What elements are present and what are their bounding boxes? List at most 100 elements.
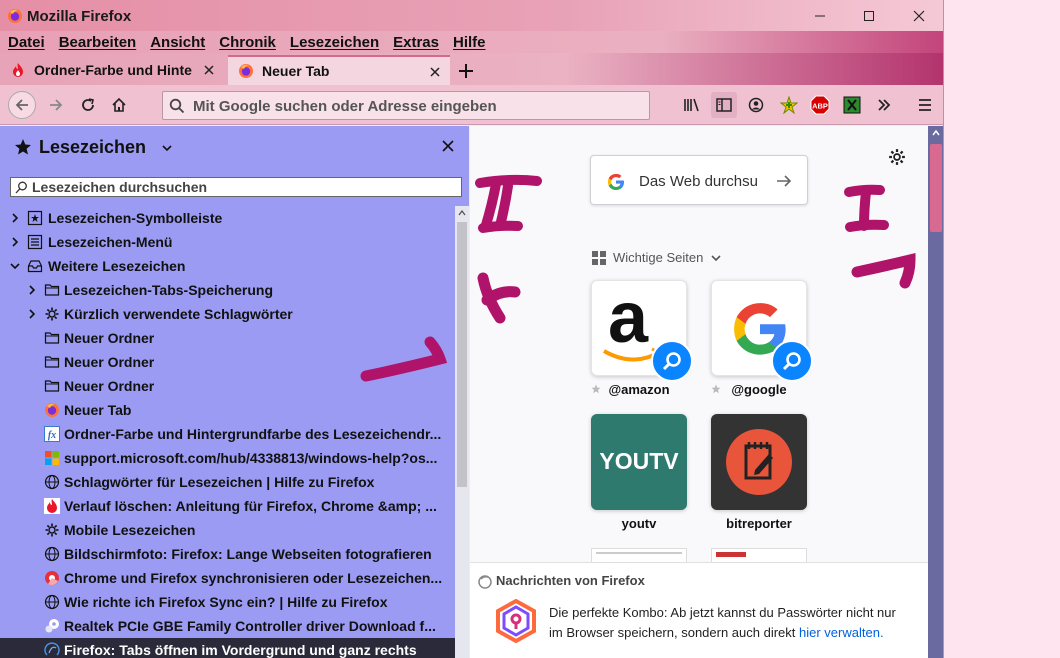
- app-menu-button[interactable]: [912, 92, 938, 118]
- svg-text:fx: fx: [48, 430, 56, 441]
- tree-item-schlagwoerter[interactable]: Kürzlich verwendete Schlagwörter: [0, 302, 455, 326]
- top-site-partial[interactable]: [591, 548, 687, 562]
- realtek-icon: [45, 619, 59, 633]
- content-scrollbar-thumb[interactable]: [930, 144, 942, 232]
- tree-item-tabs-speicherung[interactable]: Lesezeichen-Tabs-Speicherung: [0, 278, 455, 302]
- tree-item-label: Realtek PCIe GBE Family Controller drive…: [64, 618, 436, 634]
- bookmark-search-input[interactable]: [32, 179, 457, 195]
- tree-item-neuer-ordner[interactable]: Neuer Ordner: [0, 326, 455, 350]
- flame-icon: [13, 63, 23, 77]
- menu-extras[interactable]: Extras: [393, 34, 439, 51]
- bookmark-search-box[interactable]: [10, 177, 462, 197]
- menu-bearbeiten[interactable]: Bearbeiten: [59, 34, 137, 51]
- tab-bar: Ordner-Farbe und Hinte Neuer Tab: [0, 53, 943, 85]
- close-tab-icon[interactable]: [428, 65, 442, 79]
- close-tab-icon[interactable]: [202, 63, 216, 77]
- tree-item-menu[interactable]: Lesezeichen-Menü: [0, 230, 455, 254]
- sidebar-scrollbar-thumb[interactable]: [457, 222, 467, 487]
- tree-item-bookmark[interactable]: fx Ordner-Farbe und Hintergrundfarbe des…: [0, 422, 455, 446]
- tree-item-bookmark-selected[interactable]: Firefox: Tabs öffnen im Vordergrund und …: [0, 638, 455, 658]
- tree-item-bookmark[interactable]: support.microsoft.com/hub/4338813/window…: [0, 446, 455, 470]
- chevron-right-icon[interactable]: [27, 285, 37, 295]
- news-link[interactable]: hier verwalten.: [799, 625, 884, 640]
- chevron-down-icon[interactable]: [10, 261, 20, 271]
- tree-item-bookmark[interactable]: Chrome und Firefox synchronisieren oder …: [0, 566, 455, 590]
- firefox-icon: [45, 403, 59, 417]
- tree-item-label: Wie richte ich Firefox Sync ein? | Hilfe…: [64, 594, 388, 610]
- tile-thumbnail: YOUTV: [591, 414, 687, 510]
- youtv-logo-text: YOUTV: [599, 448, 679, 474]
- adblock-plus-icon: ABP: [810, 95, 830, 115]
- menu-datei[interactable]: Datei: [8, 34, 45, 51]
- menu-ansicht[interactable]: Ansicht: [150, 34, 205, 51]
- flame-icon: [44, 498, 60, 514]
- tree-item-label: Neuer Ordner: [64, 330, 155, 346]
- top-sites-header[interactable]: Wichtige Seiten: [592, 250, 721, 265]
- tree-item-label: Mobile Lesezeichen: [64, 522, 196, 538]
- tree-item-label: Neuer Tab: [64, 402, 132, 418]
- tree-item-neuer-tab[interactable]: Neuer Tab: [0, 398, 455, 422]
- web-search-text: Das Web durchsu: [639, 173, 758, 190]
- excel-extension-button[interactable]: [839, 92, 865, 118]
- web-search-box[interactable]: Das Web durchsu: [590, 155, 808, 205]
- chevron-right-icon[interactable]: [10, 237, 20, 247]
- tree-item-mobile[interactable]: Mobile Lesezeichen: [0, 518, 455, 542]
- tree-item-label: Lesezeichen-Tabs-Speicherung: [64, 282, 274, 298]
- home-button[interactable]: [105, 91, 133, 119]
- extension-star-button[interactable]: [776, 92, 802, 118]
- star-icon: [15, 139, 31, 155]
- close-sidebar-icon[interactable]: [442, 140, 454, 152]
- tree-item-label: Firefox: Tabs öffnen im Vordergrund und …: [64, 642, 417, 658]
- minimize-icon: [815, 15, 825, 16]
- top-site-partial[interactable]: [711, 548, 807, 562]
- star-extension-icon: [780, 96, 798, 114]
- arrow-right-icon[interactable]: [775, 172, 793, 190]
- close-window-button[interactable]: [895, 0, 943, 31]
- firefox-news-panel: Nachrichten von Firefox Die perfekte Kom…: [470, 562, 928, 658]
- tree-item-neuer-ordner[interactable]: Neuer Ordner: [0, 350, 455, 374]
- maximize-button[interactable]: [845, 0, 893, 31]
- sidebar-toggle-button[interactable]: [711, 92, 737, 118]
- url-bar[interactable]: [162, 91, 650, 120]
- tree-item-bookmark[interactable]: Verlauf löschen: Anleitung für Firefox, …: [0, 494, 455, 518]
- tab-ordner-farbe[interactable]: Ordner-Farbe und Hinte: [0, 55, 224, 85]
- tree-item-bookmark[interactable]: Bildschirmfoto: Firefox: Lange Webseiten…: [0, 542, 455, 566]
- overflow-button[interactable]: [871, 92, 897, 118]
- gear-icon[interactable]: [888, 148, 906, 166]
- chevron-right-icon[interactable]: [10, 213, 20, 223]
- home-icon: [112, 97, 126, 112]
- minimize-button[interactable]: [796, 0, 844, 31]
- library-button[interactable]: [679, 92, 705, 118]
- url-input[interactable]: [193, 96, 633, 116]
- adblock-plus-button[interactable]: ABP: [807, 92, 833, 118]
- microsoft-icon: [45, 451, 59, 465]
- chevron-right-icon[interactable]: [27, 309, 37, 319]
- tree-item-weitere[interactable]: Weitere Lesezeichen: [0, 254, 455, 278]
- tree-item-bookmark[interactable]: Wie richte ich Firefox Sync ein? | Hilfe…: [0, 590, 455, 614]
- forward-button[interactable]: [42, 91, 70, 119]
- bookmark-toolbar-icon: [27, 210, 43, 226]
- tree-item-bookmark[interactable]: Realtek PCIe GBE Family Controller drive…: [0, 614, 455, 638]
- menu-lesezeichen[interactable]: Lesezeichen: [290, 34, 379, 51]
- chevron-down-icon[interactable]: [162, 144, 172, 152]
- tree-item-symbolleiste[interactable]: Lesezeichen-Symbolleiste: [0, 206, 455, 230]
- tree-item-label: support.microsoft.com/hub/4338813/window…: [64, 450, 438, 466]
- sidebar-header: Lesezeichen: [0, 126, 469, 168]
- new-tab-plus-icon[interactable]: [456, 61, 476, 81]
- back-button[interactable]: [8, 91, 36, 119]
- tree-item-label: Kürzlich verwendete Schlagwörter: [64, 306, 293, 322]
- scroll-up-arrow-icon[interactable]: [932, 130, 940, 136]
- sidebar-scrollbar[interactable]: [455, 206, 469, 658]
- sidebar-title[interactable]: Lesezeichen: [39, 137, 146, 158]
- tab-neuer-tab[interactable]: Neuer Tab: [228, 55, 450, 85]
- spreadsheet-x-icon: [843, 96, 861, 114]
- folder-icon: [44, 356, 60, 368]
- tree-item-neuer-ordner[interactable]: Neuer Ordner: [0, 374, 455, 398]
- tree-item-bookmark[interactable]: Schlagwörter für Lesezeichen | Hilfe zu …: [0, 470, 455, 494]
- content-scrollbar[interactable]: [928, 126, 943, 658]
- scroll-up-arrow-icon[interactable]: [458, 210, 466, 216]
- reload-button[interactable]: [74, 91, 102, 119]
- menu-hilfe[interactable]: Hilfe: [453, 34, 486, 51]
- menu-chronik[interactable]: Chronik: [219, 34, 276, 51]
- account-button[interactable]: [743, 92, 769, 118]
